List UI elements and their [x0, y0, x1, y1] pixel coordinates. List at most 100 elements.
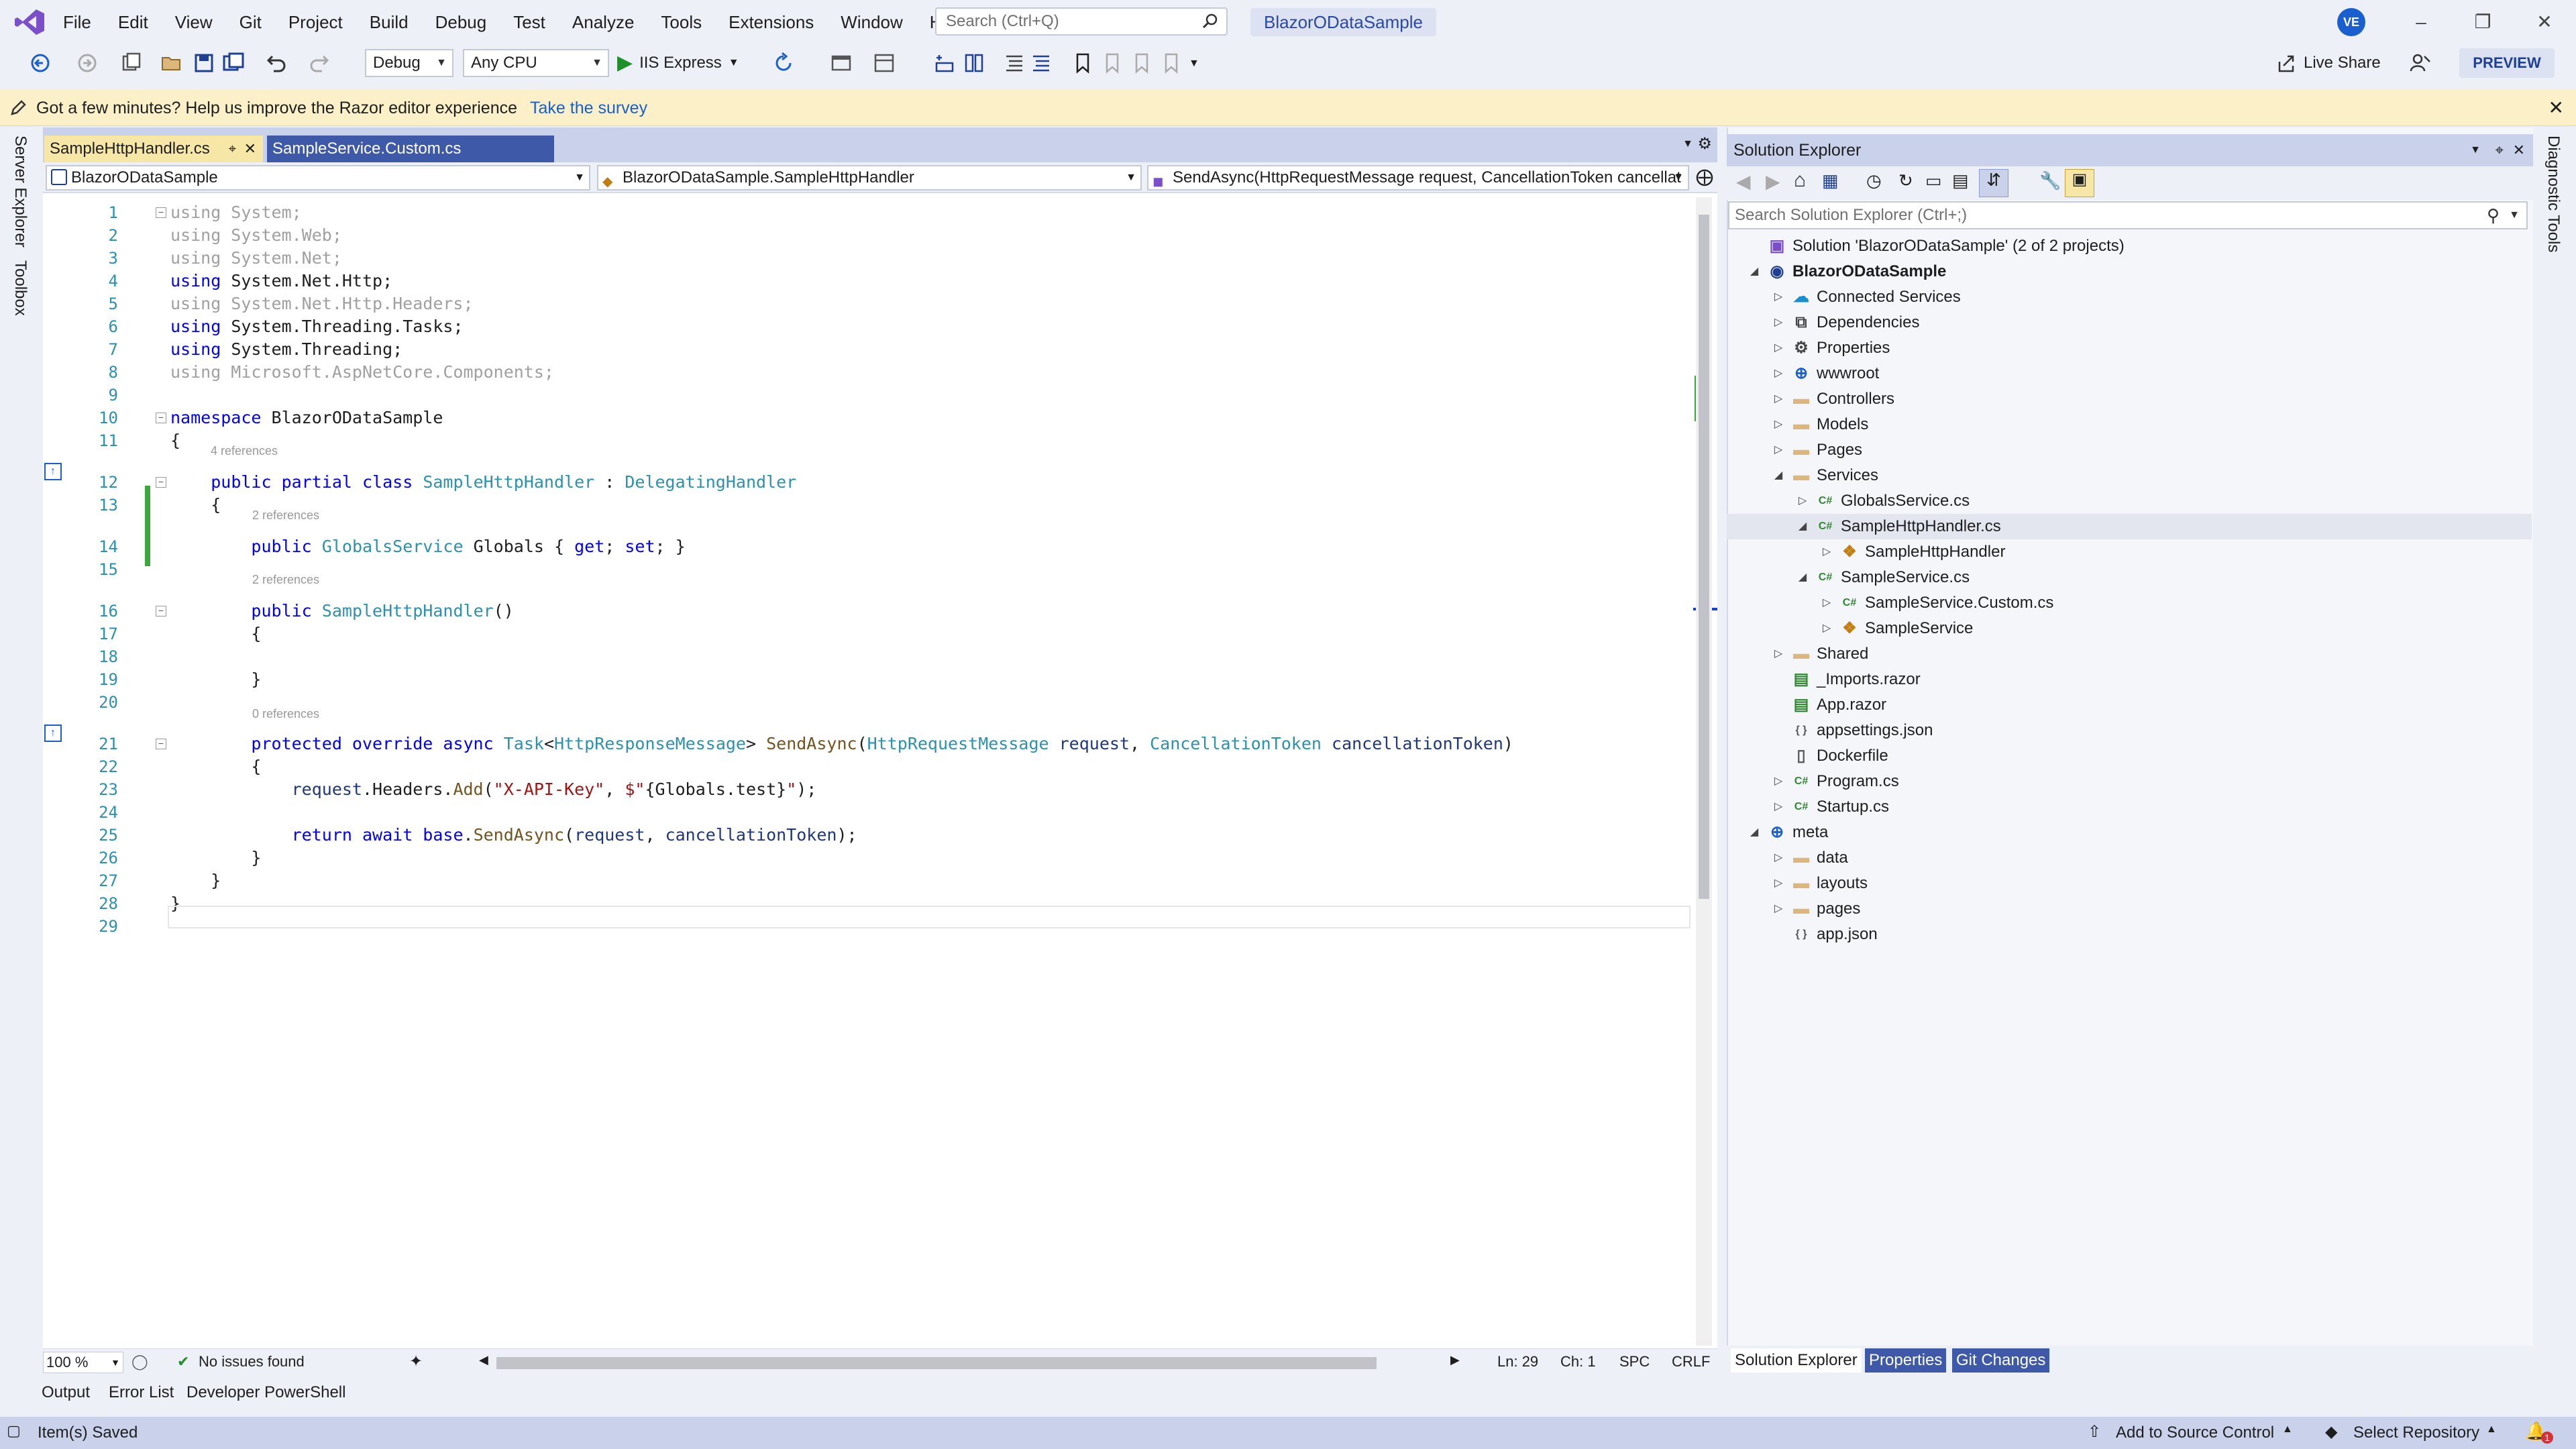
collapsed-arrow-icon[interactable]: ▷ [1767, 641, 1790, 667]
navigate-back-icon[interactable] [28, 51, 52, 75]
tree-item[interactable]: ▷ ▬ Shared [1727, 641, 2532, 667]
tree-item[interactable]: ◢ C# SampleService.cs [1727, 565, 2532, 590]
whitespace-indicator[interactable]: SPC [1619, 1353, 1650, 1371]
menu-debug[interactable]: Debug [422, 0, 500, 44]
pin-icon[interactable]: ⌖ [229, 136, 236, 162]
menu-build[interactable]: Build [356, 0, 422, 44]
column-indicator[interactable]: Ch: 1 [1560, 1353, 1596, 1371]
tree-item[interactable]: ▷ ☁ Connected Services [1727, 284, 2532, 310]
collapsed-arrow-icon[interactable]: ▷ [1767, 412, 1790, 437]
collapsed-arrow-icon[interactable]: ▷ [1767, 845, 1790, 871]
tree-item[interactable]: ▷ ▬ Controllers [1727, 386, 2532, 412]
open-folder-icon[interactable] [160, 51, 184, 75]
expanded-arrow-icon[interactable]: ◢ [1743, 820, 1766, 845]
codelens-references[interactable]: 2 references [252, 508, 319, 523]
take-survey-link[interactable]: Take the survey [530, 90, 647, 126]
collapsed-arrow-icon[interactable]: ▷ [1767, 361, 1790, 386]
collapsed-arrow-icon[interactable]: ▷ [1767, 386, 1790, 412]
redo-icon[interactable] [309, 51, 333, 75]
global-search-input[interactable]: Search (Ctrl+Q) [935, 7, 1228, 36]
fold-toggle-icon[interactable]: − [156, 207, 166, 218]
configuration-select[interactable]: Debug ▼ [365, 49, 453, 77]
home-icon[interactable]: ⌂ [1794, 169, 1806, 192]
tab-developer-powershell[interactable]: Developer PowerShell [186, 1383, 345, 1402]
project-nav-select[interactable]: BlazorODataSample ▼ [46, 165, 590, 191]
tab-sampleservice-custom[interactable]: SampleService.Custom.cs [267, 136, 554, 162]
tree-item[interactable]: ▷ ⧉ Dependencies [1727, 310, 2532, 335]
collapsed-arrow-icon[interactable]: ▷ [1767, 769, 1790, 794]
save-all-icon[interactable] [221, 51, 246, 75]
fold-toggle-icon[interactable]: − [156, 606, 166, 616]
tab-properties[interactable]: Properties [1865, 1348, 1947, 1373]
collapsed-arrow-icon[interactable]: ▷ [1767, 896, 1790, 922]
run-button[interactable]: ▶ IIS Express ▼ [617, 50, 739, 76]
menu-extensions[interactable]: Extensions [715, 0, 827, 44]
menu-analyze[interactable]: Analyze [559, 0, 648, 44]
line-indicator[interactable]: Ln: 29 [1497, 1353, 1538, 1371]
tree-item[interactable]: ◢ ▬ Services [1727, 463, 2532, 488]
clear-bookmarks-icon[interactable] [1159, 51, 1183, 75]
tree-item[interactable]: ▷ C# GlobalsService.cs [1727, 488, 2532, 514]
collapsed-arrow-icon[interactable]: ▷ [1767, 335, 1790, 361]
tab-error-list[interactable]: Error List [109, 1383, 174, 1402]
scroll-right-icon[interactable]: ▶ [1450, 1353, 1460, 1367]
toolbar-overflow-icon[interactable]: ▼ [1189, 58, 1199, 70]
select-repository-button[interactable]: Select Repository [2353, 1424, 2479, 1442]
solution-explorer-search-input[interactable]: Search Solution Explorer (Ctrl+;) ⚲ ▼ [1728, 201, 2528, 229]
codelens-references[interactable]: 0 references [252, 707, 319, 721]
pending-changes-filter-icon[interactable]: ◷ [1866, 170, 1882, 191]
preview-button[interactable]: PREVIEW [2459, 48, 2555, 78]
menu-view[interactable]: View [162, 0, 226, 44]
tree-item[interactable]: { } app.json [1727, 922, 2532, 947]
preview-selected-items-icon[interactable]: ▣ [2065, 169, 2094, 197]
previous-bookmark-icon[interactable] [1100, 51, 1124, 75]
collapsed-arrow-icon[interactable]: ▷ [1767, 794, 1790, 820]
implemented-by-icon[interactable]: ↑ [44, 463, 62, 480]
tree-item[interactable]: { } appsettings.json [1727, 718, 2532, 743]
tab-list-dropdown-icon[interactable]: ▼ [1682, 138, 1693, 150]
collapsed-arrow-icon[interactable]: ▷ [1767, 310, 1790, 335]
tree-item[interactable]: ◢ C# SampleHttpHandler.cs [1727, 514, 2532, 539]
show-all-files-icon[interactable]: ▤ [1952, 170, 1969, 191]
menu-tools[interactable]: Tools [647, 0, 715, 44]
menu-project[interactable]: Project [275, 0, 356, 44]
gear-icon[interactable]: ⚙ [1697, 134, 1712, 154]
horizontal-scrollbar[interactable] [496, 1357, 1377, 1369]
tree-item[interactable]: ▷ ▬ data [1727, 845, 2532, 871]
tree-item[interactable]: ▷ ▬ pages [1727, 896, 2532, 922]
code-editor[interactable]: 1 using System; −2 using System.Web; 3 using … [43, 195, 1717, 1348]
code-cleanup-icon[interactable]: ✦ [409, 1352, 423, 1371]
bookmark-icon[interactable] [1071, 51, 1095, 75]
browser-link-icon[interactable] [829, 51, 853, 75]
collapse-all-icon[interactable]: ▭ [1925, 170, 1942, 191]
tree-item[interactable]: ▣ Solution 'BlazorODataSample' (2 of 2 pr… [1727, 233, 2532, 259]
properties-wrench-icon[interactable]: 🔧 [2039, 170, 2061, 191]
fold-toggle-icon[interactable]: − [156, 477, 166, 488]
tab-solution-explorer[interactable]: Solution Explorer [1731, 1348, 1862, 1373]
tree-item[interactable]: ▷ ▬ Pages [1727, 437, 2532, 463]
tree-item[interactable]: ▷ C# Program.cs [1727, 769, 2532, 794]
pin-icon[interactable]: ⌖ [2496, 134, 2504, 166]
vertical-scrollbar[interactable] [1696, 197, 1712, 1346]
scrollbar-thumb[interactable] [1699, 215, 1709, 899]
tree-item[interactable]: ▤ App.razor [1727, 692, 2532, 718]
tree-item[interactable]: ◢ ⊕ meta [1727, 820, 2532, 845]
tree-item[interactable]: ▷ C# Startup.cs [1727, 794, 2532, 820]
fold-toggle-icon[interactable]: − [156, 739, 166, 749]
tree-item[interactable]: ▷ ⊕ wwwroot [1727, 361, 2532, 386]
window-position-icon[interactable]: ▼ [2470, 134, 2481, 166]
tree-item[interactable]: ▤ _Imports.razor [1727, 667, 2532, 692]
menu-file[interactable]: File [50, 0, 105, 44]
tree-item[interactable]: ▷ ▬ layouts [1727, 871, 2532, 896]
breakpoints-icon[interactable] [962, 51, 986, 75]
add-to-source-control-button[interactable]: Add to Source Control [2116, 1424, 2274, 1442]
tab-samplehttphandler[interactable]: SampleHttpHandler.cs ⌖ ✕ [44, 136, 263, 162]
type-nav-select[interactable]: ◆ BlazorODataSample.SampleHttpHandler ▼ [597, 165, 1142, 191]
issues-status[interactable]: No issues found [199, 1353, 305, 1371]
tree-item[interactable]: ▷ C# SampleService.Custom.cs [1727, 590, 2532, 616]
minimize-icon[interactable]: – [2391, 0, 2451, 44]
menu-test[interactable]: Test [500, 0, 559, 44]
fold-toggle-icon[interactable]: − [156, 413, 166, 423]
member-nav-select[interactable]: ◼ SendAsync(HttpRequestMessage request, … [1147, 165, 1689, 191]
step-into-icon[interactable] [932, 51, 957, 75]
